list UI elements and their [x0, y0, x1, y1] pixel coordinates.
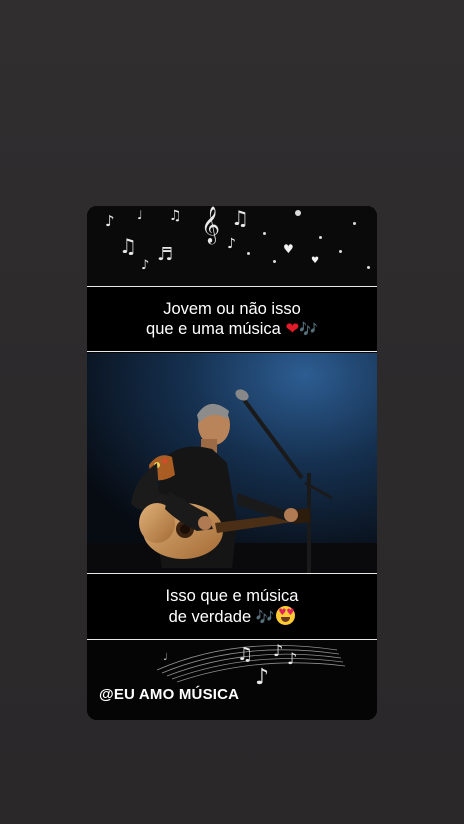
eighth-note-icon: ♪ — [255, 665, 269, 690]
eighth-note-icon: ♪ — [141, 258, 150, 273]
sparkle — [367, 266, 370, 269]
story-card: ♪ ♩ ♫ 𝄞 ♫ ♫ ♪ ♬ ♪ ♥ ♥ Jovem ou não isso … — [87, 206, 377, 720]
eighth-note-icon: ♪ — [287, 649, 297, 668]
sparkle — [353, 222, 356, 225]
top-caption-line2: que e uma música ❤🎶 — [146, 319, 318, 339]
concert-photo — [87, 353, 377, 573]
guitarist-illustration — [87, 353, 377, 573]
top-caption-line2-text: que e uma música — [146, 320, 281, 338]
beamed-notes-icon: ♬ — [157, 244, 174, 265]
sparkle — [263, 232, 266, 235]
bottom-caption-line2-text: de verdade — [168, 608, 252, 626]
eighth-note-icon: ♪ — [227, 236, 236, 252]
bottom-caption-line2: de verdade 🎶 ♥ ♥ — [169, 606, 296, 627]
treble-clef-icon: 𝄞 — [201, 206, 220, 243]
beamed-notes-icon: ♫ — [169, 208, 182, 224]
music-notes-banner: ♪ ♩ ♫ 𝄞 ♫ ♫ ♪ ♬ ♪ ♥ ♥ — [87, 206, 377, 286]
heart-eyes-emoji: ♥ ♥ — [276, 606, 296, 625]
eighth-note-icon: ♫ — [237, 644, 253, 665]
musical-notes-emoji: 🎶 — [299, 320, 318, 338]
music-staff-swirl: ♫ ♪ ♪ ♪ ♩ — [156, 641, 346, 690]
eighth-note-icon: ♩ — [163, 652, 168, 663]
sparkle — [319, 236, 322, 239]
sparkle — [247, 252, 250, 255]
sparkle — [273, 260, 276, 263]
top-caption: Jovem ou não isso que e uma música ❤🎶 — [87, 286, 377, 352]
sparkle — [295, 210, 301, 216]
heart-icon: ♥ — [283, 242, 294, 256]
beamed-notes-icon: ♫ — [119, 234, 137, 258]
top-caption-line1: Jovem ou não isso — [163, 300, 301, 318]
sparkle — [339, 250, 342, 253]
bottom-caption: Isso que e música de verdade 🎶 ♥ ♥ — [87, 573, 377, 640]
eighth-note-icon: ♪ — [273, 641, 283, 660]
eighth-note-icon: ♪ — [105, 212, 115, 230]
eighth-note-icon: ♩ — [137, 208, 143, 222]
beamed-notes-icon: ♫ — [231, 206, 249, 230]
musical-notes-emoji: 🎶 — [255, 608, 275, 626]
account-handle: @EU AMO MÚSICA — [99, 686, 240, 703]
music-staff-banner: ♫ ♪ ♪ ♪ ♩ — [87, 640, 377, 720]
heart-icon: ♥ — [311, 256, 320, 266]
bottom-caption-line1: Isso que e música — [165, 587, 299, 605]
red-heart-emoji: ❤ — [285, 319, 300, 338]
